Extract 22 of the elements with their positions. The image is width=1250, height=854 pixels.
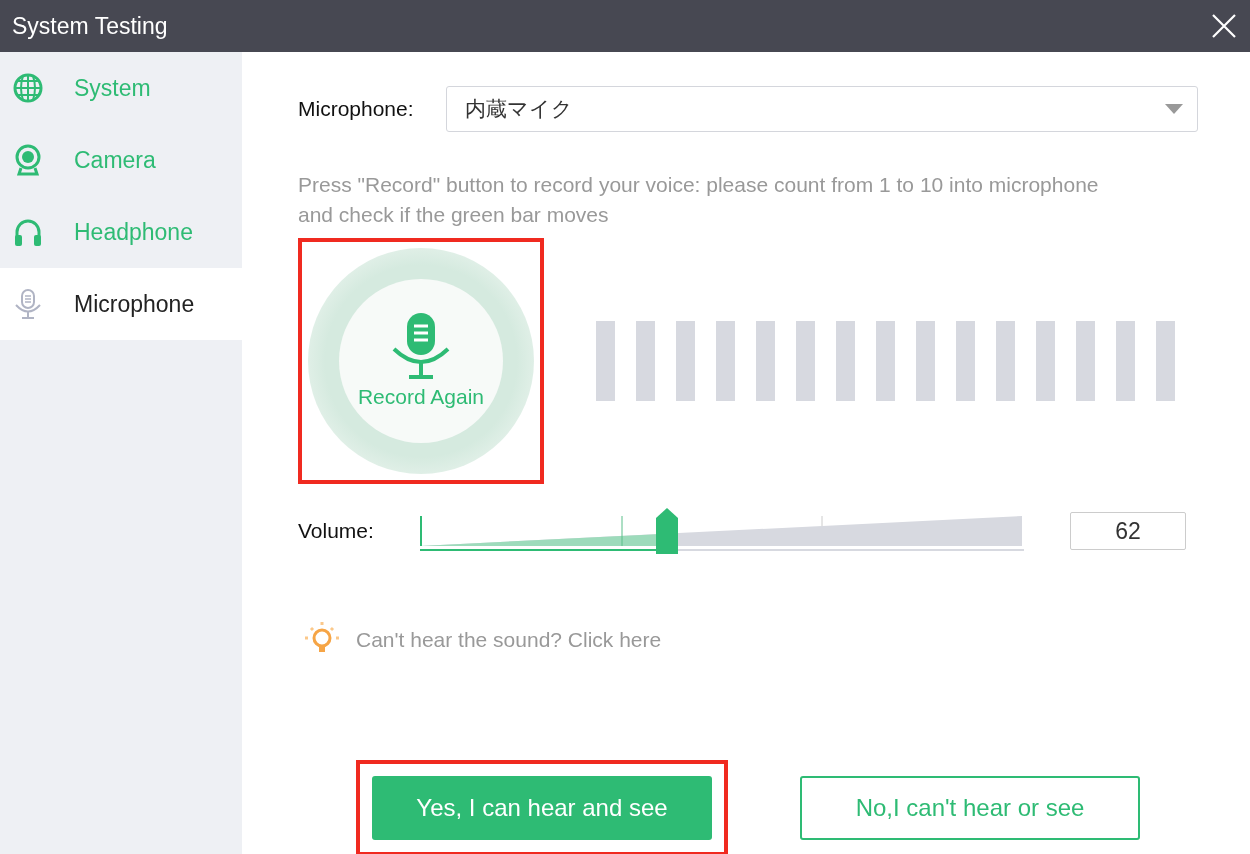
volume-label: Volume: — [298, 519, 375, 543]
sidebar-item[interactable]: Camera — [0, 124, 242, 196]
window-title: System Testing — [12, 12, 168, 40]
sidebar-item[interactable]: Headphone — [0, 196, 242, 268]
record-again-button[interactable]: Record Again — [339, 279, 503, 443]
close-icon — [1212, 14, 1236, 38]
microphone-icon — [12, 288, 44, 320]
decline-button[interactable]: No,I can't hear or see — [800, 776, 1140, 840]
sidebar-item[interactable]: System — [0, 52, 242, 124]
microphone-label: Microphone: — [298, 97, 414, 121]
confirm-button[interactable]: Yes, I can hear and see — [372, 776, 712, 840]
instructions-text: Press "Record" button to record your voice: please count from 1 to 10 into microphone and check if the green bar moves — [298, 172, 1100, 228]
volume-slider[interactable] — [420, 508, 1024, 554]
sidebar-item[interactable]: Microphone — [0, 268, 242, 340]
volume-value-field[interactable]: 62 — [1070, 512, 1186, 550]
slider-thumb[interactable] — [655, 508, 678, 554]
microphone-icon — [391, 313, 451, 379]
close-button[interactable] — [1212, 14, 1236, 38]
globe-icon — [12, 72, 44, 104]
microphone-dropdown[interactable]: 内蔵マイク — [445, 86, 1198, 132]
help-link[interactable]: Can't hear the sound? Click here — [356, 628, 662, 652]
caret-icon — [1165, 104, 1183, 114]
